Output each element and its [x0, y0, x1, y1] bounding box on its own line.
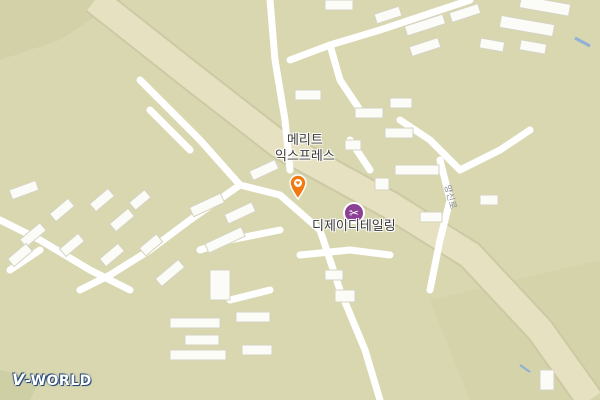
vworld-logo: V-WORLD [12, 370, 92, 389]
place-label-dj-detailing[interactable]: 디제이디테일링 [312, 219, 396, 235]
map-canvas[interactable]: ✂ 메리트 익스프레스 디제이디테일링 양신로 V-WORLD [0, 0, 600, 400]
brand-prefix: V [12, 370, 25, 389]
map-base-layer [0, 0, 600, 400]
brand-suffix: -WORLD [24, 373, 92, 389]
place-label-merit-express[interactable]: 메리트 익스프레스 [275, 133, 335, 165]
place-label-line: 익스프레스 [275, 149, 335, 164]
place-label-line: 메리트 [286, 133, 323, 148]
location-pin-icon[interactable] [288, 174, 308, 200]
place-label-line: 디제이디테일링 [312, 219, 396, 234]
